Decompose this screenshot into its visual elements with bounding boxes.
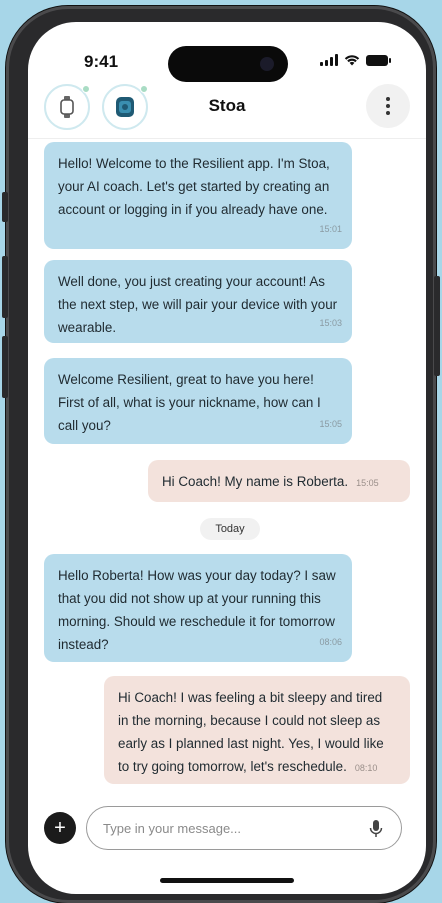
battery-icon	[366, 54, 391, 66]
camera-icon	[260, 57, 274, 71]
message-text: Hi Coach! I was feeling a bit sleepy and…	[118, 690, 384, 774]
header-divider	[28, 138, 426, 139]
user-message: Hi Coach! My name is Roberta. 15:05	[148, 460, 410, 502]
message-text: Hello! Welcome to the Resilient app. I'm…	[58, 156, 330, 217]
message-time: 15:05	[356, 478, 379, 488]
message-time: 15:01	[319, 224, 342, 234]
message-input[interactable]	[103, 817, 343, 839]
phone-side-button	[2, 192, 8, 222]
message-time: 15:05	[319, 419, 342, 429]
message-text: Welcome Resilient, great to have you her…	[58, 372, 321, 433]
microphone-icon[interactable]	[369, 819, 383, 839]
chat-header: Stoa	[28, 84, 426, 136]
plus-icon: +	[54, 817, 66, 839]
phone-volume-up	[2, 256, 8, 318]
message-text: Hi Coach! My name is Roberta.	[162, 474, 349, 489]
coach-message: Hello Roberta! How was your day today? I…	[44, 554, 352, 662]
status-time: 9:41	[84, 52, 119, 71]
user-message: Hi Coach! I was feeling a bit sleepy and…	[104, 676, 410, 784]
coach-message: Well done, you just creating your accoun…	[44, 260, 352, 343]
message-time: 08:10	[354, 763, 378, 773]
more-options-button[interactable]	[366, 84, 410, 128]
phone-frame: 9:41 Stoa Hello! Welcome to the Resilien…	[2, 6, 440, 903]
add-attachment-button[interactable]: +	[44, 812, 76, 844]
phone-power-button	[434, 276, 440, 376]
app-screen: 9:41 Stoa Hello! Welcome to the Resilien…	[28, 22, 426, 894]
status-icons	[320, 54, 391, 66]
wifi-icon	[344, 55, 360, 66]
coach-message: Hello! Welcome to the Resilient app. I'm…	[44, 142, 352, 249]
home-indicator	[160, 878, 294, 883]
coach-message: Welcome Resilient, great to have you her…	[44, 358, 352, 444]
message-time: 15:03	[319, 318, 342, 328]
message-time: 08:06	[319, 637, 342, 647]
more-vertical-icon	[386, 97, 390, 101]
device-connected-dot	[140, 85, 148, 93]
device-connected-dot	[82, 85, 90, 93]
message-text: Well done, you just creating your accoun…	[58, 274, 338, 335]
phone-volume-down	[2, 336, 8, 398]
message-composer	[86, 806, 402, 850]
signal-icon	[320, 54, 338, 66]
date-divider: Today	[200, 518, 260, 540]
message-text: Hello Roberta! How was your day today? I…	[58, 568, 336, 652]
dynamic-island	[168, 46, 288, 82]
